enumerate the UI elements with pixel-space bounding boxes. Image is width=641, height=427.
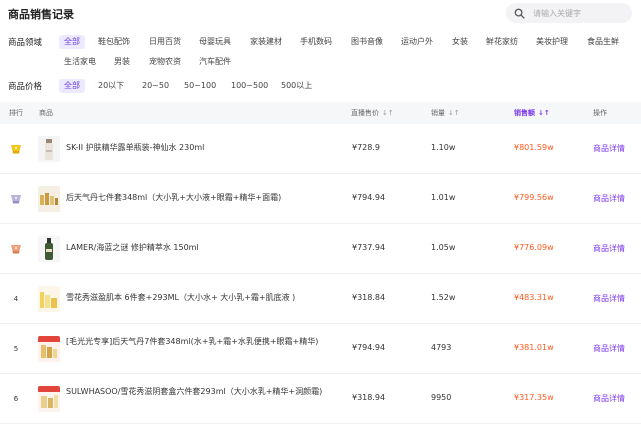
sort-icon: ↓↑ [448,109,460,117]
price-filter-label: 商品价格 [8,82,43,92]
sales-volume: 1.05w [431,243,456,252]
header-price-label: 直播售价 [351,109,379,117]
domain-chip[interactable]: 鞋包配饰 [98,35,130,49]
price-chip[interactable]: 20以下 [98,79,124,93]
domain-chip[interactable]: 母婴玩具 [199,35,231,49]
table-header: 排行 商品 直播售价 ↓↑ 销量 ↓↑ 销售额 ↓↑ 操作 [0,102,641,124]
sales-volume: 1.52w [431,293,456,302]
product-thumbnail[interactable] [38,236,60,262]
sort-icon: ↓↑ [382,109,394,117]
live-price: ¥794.94 [352,343,386,352]
header-volume[interactable]: 销量 ↓↑ [431,108,460,118]
domain-chip[interactable]: 宠物农资 [149,55,181,69]
domain-chip[interactable]: 图书音像 [351,35,383,49]
header-volume-label: 销量 [431,109,445,117]
sort-icon: ↓↑ [538,109,550,117]
search-box[interactable] [506,3,632,23]
price-chip[interactable]: 500以上 [281,79,312,93]
live-price: ¥737.94 [352,243,386,252]
domain-chip[interactable]: 食品生鲜 [587,35,619,49]
price-chip[interactable]: 20~50 [142,79,169,93]
header-action: 操作 [593,109,607,117]
product-thumbnail[interactable] [38,286,60,312]
table-row[interactable]: 后天气丹七件套348ml（大小乳+大小液+眼霜+精华+面霜) ¥794.94 1… [0,174,641,224]
trophy-silver-icon [9,192,23,206]
product-name[interactable]: 后天气丹七件套348ml（大小乳+大小液+眼霜+精华+面霜) [66,192,328,204]
price-chip[interactable]: 50~100 [184,79,216,93]
rank-number: 4 [13,295,19,303]
price-chip-all[interactable]: 全部 [59,79,85,93]
sales-volume: 9950 [431,393,452,402]
table-row[interactable]: 4 雪花秀滋盈肌本 6件套+293ML（大小水+ 大小乳+霜+肌底液 ) ¥31… [0,274,641,324]
product-thumbnail[interactable] [38,186,60,212]
domain-chip[interactable]: 日用百货 [149,35,181,49]
sales-amount: ¥317.35w [514,393,554,402]
domain-chip[interactable]: 生活家电 [64,55,96,69]
sales-volume: 1.10w [431,143,456,152]
header-product: 商品 [39,109,53,117]
product-detail-link[interactable]: 商品详情 [593,293,625,304]
header-price[interactable]: 直播售价 ↓↑ [351,108,394,118]
domain-chip[interactable]: 女装 [452,35,468,49]
live-price: ¥794.94 [352,193,386,202]
price-chip[interactable]: 100~500 [231,79,268,93]
product-thumbnail[interactable] [38,336,60,362]
sales-amount: ¥381.01w [514,343,554,352]
product-thumbnail[interactable] [38,386,60,412]
table-row[interactable]: SK-II 护肤精华露单瓶装-神仙水 230ml ¥728.9 1.10w ¥8… [0,124,641,174]
domain-filter-label: 商品领域 [8,38,43,48]
sales-amount: ¥801.59w [514,143,554,152]
header-rank: 排行 [9,109,23,117]
search-input[interactable] [533,8,629,18]
trophy-gold-icon [9,142,23,156]
trophy-bronze-icon [9,242,23,256]
header-sales-label: 销售额 [514,109,535,117]
domain-chip[interactable]: 汽车配件 [199,55,231,69]
domain-chip[interactable]: 鲜花家纺 [486,35,518,49]
product-detail-link[interactable]: 商品详情 [593,143,625,154]
product-detail-link[interactable]: 商品详情 [593,193,625,204]
product-detail-link[interactable]: 商品详情 [593,393,625,404]
sales-amount: ¥776.09w [514,243,554,252]
sales-volume: 1.01w [431,193,456,202]
domain-chip[interactable]: 家装建材 [250,35,282,49]
domain-chip[interactable]: 运动户外 [401,35,433,49]
product-thumbnail[interactable] [38,136,60,162]
page-title: 商品销售记录 [8,8,74,21]
table-row[interactable]: 6 SULWHASOO/雪花秀滋阴套盒六件套293ml（大小水乳+精华+洞颜霜)… [0,374,641,424]
product-name[interactable]: LAMER/海蓝之谜 修护精萃水 150ml [66,242,328,254]
sales-volume: 4793 [431,343,452,352]
live-price: ¥318.94 [352,393,386,402]
product-name[interactable]: SULWHASOO/雪花秀滋阴套盒六件套293ml（大小水乳+精华+洞颜霜) [66,386,328,398]
product-name[interactable]: SK-II 护肤精华露单瓶装-神仙水 230ml [66,142,328,154]
product-name[interactable]: [毛光光专享]后天气丹7件套348ml(水+乳+霜+水乳便携+眼霜+精华) [66,336,328,348]
live-price: ¥318.84 [352,293,386,302]
sales-amount: ¥483.31w [514,293,554,302]
product-detail-link[interactable]: 商品详情 [593,343,625,354]
domain-chip[interactable]: 男装 [114,55,130,69]
domain-chip[interactable]: 手机数码 [300,35,332,49]
product-name[interactable]: 雪花秀滋盈肌本 6件套+293ML（大小水+ 大小乳+霜+肌底液 ) [66,292,328,304]
sales-amount: ¥799.56w [514,193,554,202]
search-icon [514,4,525,23]
rank-number: 6 [13,395,19,403]
table-row[interactable]: LAMER/海蓝之谜 修护精萃水 150ml ¥737.94 1.05w ¥77… [0,224,641,274]
rank-number: 5 [13,345,19,353]
table-row[interactable]: 5 [毛光光专享]后天气丹7件套348ml(水+乳+霜+水乳便携+眼霜+精华) … [0,324,641,374]
domain-chip-all[interactable]: 全部 [59,35,85,49]
product-detail-link[interactable]: 商品详情 [593,243,625,254]
live-price: ¥728.9 [352,143,380,152]
domain-chip[interactable]: 美妆护理 [536,35,568,49]
header-sales[interactable]: 销售额 ↓↑ [514,108,550,118]
